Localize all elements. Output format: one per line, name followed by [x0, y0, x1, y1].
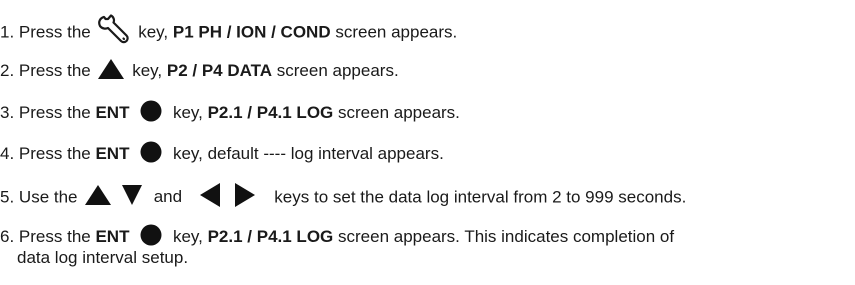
filled-circle-icon: [140, 224, 162, 246]
step-4: 4. Press the ENT key, default ---- log i…: [0, 141, 444, 166]
step-text: key,: [132, 61, 163, 80]
right-triangle-icon: [234, 182, 256, 208]
step-number: 4.: [0, 144, 15, 163]
step-text: Press the: [18, 22, 91, 42]
step-text: screen appears. This indicates completio…: [338, 227, 675, 246]
key-label: ENT: [95, 144, 130, 163]
step-number: 3.: [0, 103, 15, 122]
step-5: 5. Use the and keys to set the data log …: [0, 182, 687, 211]
step-text: Press the: [18, 61, 91, 80]
step-text: screen appears.: [338, 103, 460, 122]
filled-circle-icon: [140, 100, 162, 122]
up-triangle-icon: [97, 58, 125, 80]
screen-name: P1 PH / ION / COND: [172, 22, 331, 42]
step-3: 3. Press the ENT key, P2.1 / P4.1 LOG sc…: [0, 100, 460, 125]
step-text: and: [153, 187, 183, 207]
step-text: screen appears.: [276, 61, 399, 80]
screen-name: P2.1 / P4.1 LOG: [207, 227, 334, 246]
step-number: 5.: [0, 187, 15, 207]
wrench-icon: [97, 14, 131, 44]
step-text: Press the: [18, 227, 91, 246]
step-6: 6. Press the ENT key, P2.1 / P4.1 LOG sc…: [0, 224, 675, 249]
step-1: 1. Press the key, P1 PH / ION / COND scr…: [0, 14, 458, 48]
step-number: 6.: [0, 227, 15, 246]
filled-circle-icon: [140, 141, 162, 163]
step-2: 2. Press the key, P2 / P4 DATA screen ap…: [0, 58, 399, 83]
step-text: screen appears.: [335, 22, 458, 42]
step-text: Press the: [18, 144, 91, 163]
up-triangle-icon: [84, 184, 112, 206]
down-triangle-icon: [121, 184, 143, 206]
screen-name: P2 / P4 DATA: [166, 61, 273, 80]
step-text: Press the: [18, 103, 91, 122]
key-label: ENT: [95, 103, 130, 122]
step-text: key, default ---- log interval appears.: [172, 144, 444, 163]
screen-name: P2.1 / P4.1 LOG: [207, 103, 334, 122]
step-number: 1.: [0, 22, 15, 42]
step-text: key,: [172, 103, 203, 122]
left-triangle-icon: [199, 182, 221, 208]
step-text: keys to set the data log interval from 2…: [274, 187, 687, 207]
step-text: key,: [138, 22, 169, 42]
step-number: 2.: [0, 61, 15, 80]
step-text: Use the: [18, 187, 78, 207]
key-label: ENT: [95, 227, 130, 246]
step-text: key,: [172, 227, 203, 246]
step-6-continuation: data log interval setup.: [17, 248, 189, 267]
